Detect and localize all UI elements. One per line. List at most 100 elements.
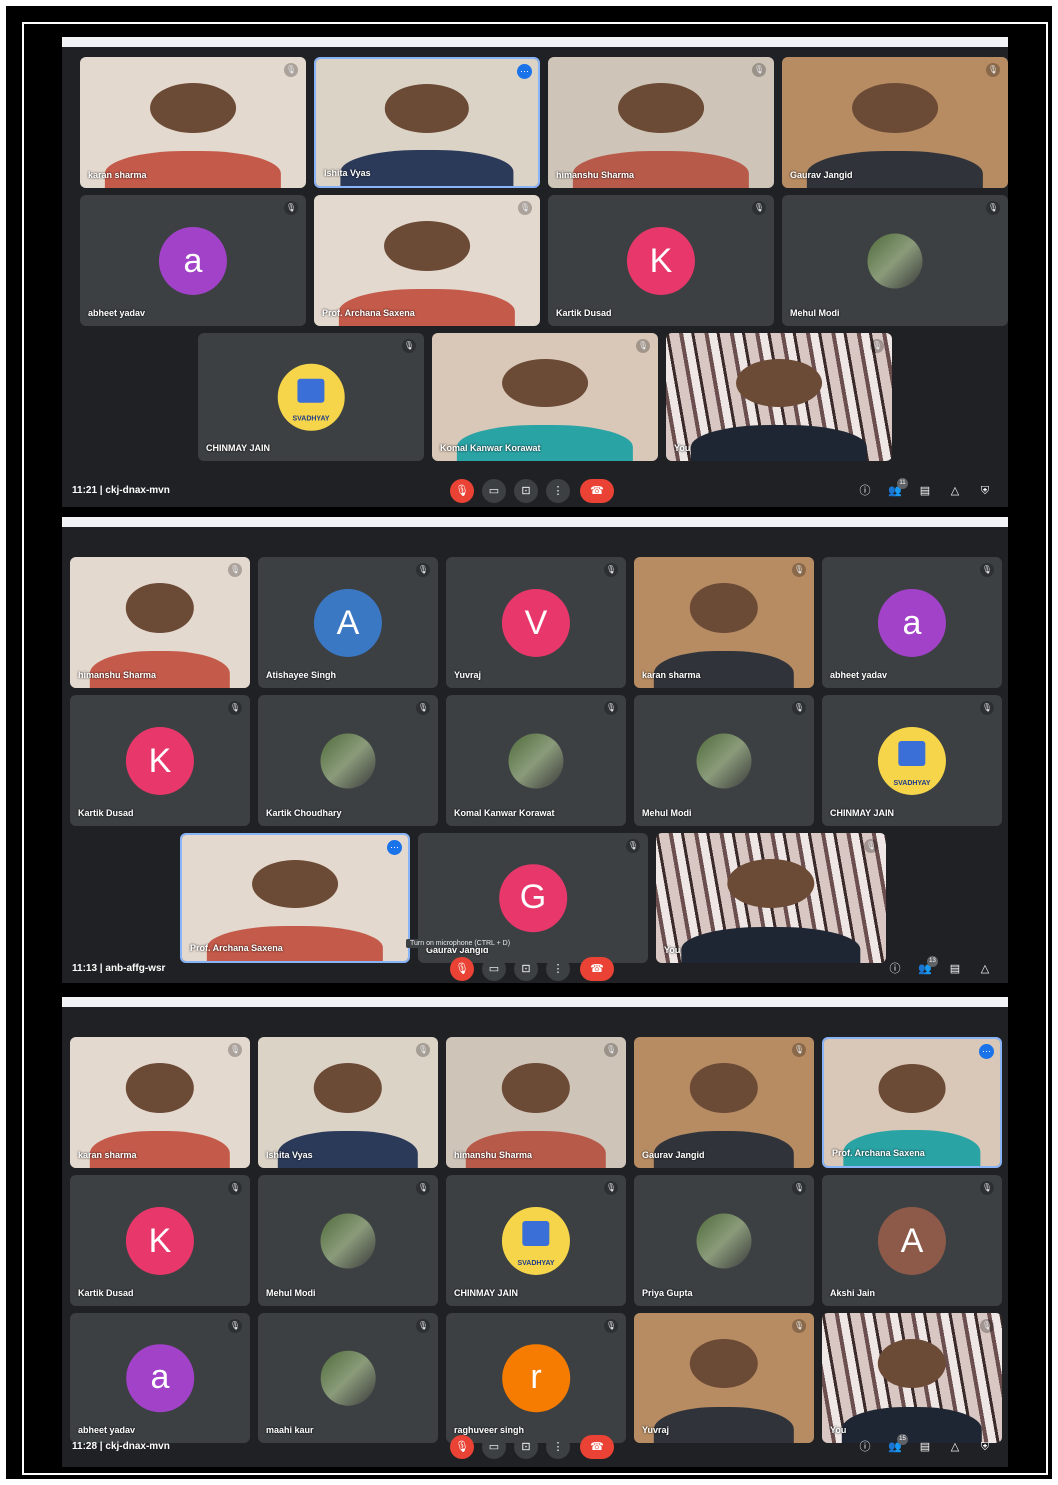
leave-call-button[interactable]: ☎: [580, 479, 614, 503]
mic-off-icon: 🎙: [604, 1043, 618, 1057]
profile-picture: [320, 732, 376, 789]
info-icon[interactable]: ⓘ: [856, 1439, 874, 1455]
participant-tile[interactable]: ⋯ Prof. Archana Saxena: [180, 833, 410, 963]
info-icon[interactable]: ⓘ: [886, 961, 904, 977]
participant-tile[interactable]: 🎙 Prof. Archana Saxena: [314, 195, 540, 326]
participant-video: [666, 333, 892, 461]
camera-toggle-button[interactable]: ▭: [482, 1435, 506, 1459]
participant-tile[interactable]: ⋯ Prof. Archana Saxena: [822, 1037, 1002, 1168]
participant-video: [70, 1037, 250, 1168]
browser-url-bar: [62, 517, 1008, 527]
participant-tile[interactable]: 🎙 Mehul Modi: [782, 195, 1008, 326]
activities-icon[interactable]: △: [946, 483, 964, 499]
chat-icon[interactable]: ▤: [916, 1439, 934, 1455]
people-icon[interactable]: 👥 13: [916, 956, 938, 977]
participant-tile[interactable]: K 🎙 Kartik Dusad: [548, 195, 774, 326]
more-options-button[interactable]: ⋮: [546, 479, 570, 503]
book-icon: [522, 1221, 550, 1246]
participant-name: Kartik Dusad: [78, 808, 134, 818]
mic-off-icon: 🎙: [416, 1319, 430, 1333]
participant-tile[interactable]: 🎙 Kartik Choudhary: [258, 695, 438, 826]
participant-tile[interactable]: K 🎙 Kartik Dusad: [70, 695, 250, 826]
person-head: [618, 83, 704, 133]
activities-icon[interactable]: △: [976, 961, 994, 977]
participant-tile[interactable]: 🎙 maahi kaur: [258, 1313, 438, 1443]
participant-name: Komal Kanwar Korawat: [454, 808, 555, 818]
mic-off-icon: 🎙: [284, 201, 298, 215]
mic-off-icon: 🎙: [980, 563, 994, 577]
participant-tile[interactable]: 🎙 Ishita Vyas: [258, 1037, 438, 1168]
leave-call-button[interactable]: ☎: [580, 1435, 614, 1459]
present-screen-button[interactable]: ⊡: [514, 479, 538, 503]
participant-name: Akshi Jain: [830, 1288, 876, 1298]
participant-name: Yuvraj: [454, 670, 482, 680]
people-icon[interactable]: 👥 11: [886, 478, 908, 499]
mic-off-icon: 🎙: [980, 1319, 994, 1333]
meeting-time: 11:21: [72, 485, 98, 496]
person-head: [852, 83, 938, 133]
more-options-icon[interactable]: ⋯: [517, 64, 532, 79]
present-screen-button[interactable]: ⊡: [514, 1435, 538, 1459]
more-options-icon[interactable]: ⋯: [979, 1044, 994, 1059]
more-options-button[interactable]: ⋮: [546, 957, 570, 981]
participant-tile[interactable]: 🎙 himanshu Sharma: [70, 557, 250, 688]
participant-name: You: [674, 443, 691, 453]
participant-name: CHINMAY JAIN: [206, 443, 271, 453]
participant-tile[interactable]: a 🎙 abheet yadav: [70, 1313, 250, 1443]
participant-tile[interactable]: a 🎙 abheet yadav: [80, 195, 306, 326]
participant-tile[interactable]: 🎙 Mehul Modi: [634, 695, 814, 826]
mic-off-icon: 🎙: [604, 701, 618, 715]
participant-tile[interactable]: 🎙 himanshu Sharma: [446, 1037, 626, 1168]
activities-icon[interactable]: △: [946, 1439, 964, 1455]
participant-tile[interactable]: r 🎙 raghuveer singh: [446, 1313, 626, 1443]
participant-tile[interactable]: 🎙 himanshu Sharma: [548, 57, 774, 188]
people-icon[interactable]: 👥 15: [886, 1434, 908, 1455]
more-options-button[interactable]: ⋮: [546, 1435, 570, 1459]
participant-tile[interactable]: 🎙 Komal Kanwar Korawat: [446, 695, 626, 826]
participant-tile[interactable]: 🎙 karan sharma: [70, 1037, 250, 1168]
participant-video: [548, 57, 774, 188]
participant-tile[interactable]: SVADHYAY 🎙 CHINMAY JAIN: [822, 695, 1002, 826]
participant-name: abheet yadav: [88, 308, 146, 318]
person-head: [727, 859, 815, 909]
participant-tile[interactable]: 🎙 Yuvraj: [634, 1313, 814, 1443]
participant-tile[interactable]: 🎙 Gaurav Jangid: [782, 57, 1008, 188]
host-controls-icon[interactable]: ⛨: [976, 1439, 994, 1455]
participant-tile[interactable]: 🎙 karan sharma: [80, 57, 306, 188]
participant-tile[interactable]: 🎙 You: [656, 833, 886, 963]
participant-tile[interactable]: 🎙 Mehul Modi: [258, 1175, 438, 1306]
participant-tile[interactable]: a 🎙 abheet yadav: [822, 557, 1002, 688]
info-icon[interactable]: ⓘ: [856, 483, 874, 499]
participant-tile[interactable]: SVADHYAY 🎙 CHINMAY JAIN: [446, 1175, 626, 1306]
host-controls-icon[interactable]: ⛨: [976, 483, 994, 499]
participant-tile[interactable]: 🎙 You: [822, 1313, 1002, 1443]
chat-icon[interactable]: ▤: [916, 483, 934, 499]
leave-call-button[interactable]: ☎: [580, 957, 614, 981]
person-head: [502, 358, 588, 408]
camera-toggle-button[interactable]: ▭: [482, 957, 506, 981]
mic-off-icon: 🎙: [792, 563, 806, 577]
participant-tile[interactable]: 🎙 karan sharma: [634, 557, 814, 688]
present-screen-button[interactable]: ⊡: [514, 957, 538, 981]
more-options-icon[interactable]: ⋯: [387, 840, 402, 855]
microphone-toggle-button[interactable]: 🎙: [450, 479, 474, 503]
participant-tile[interactable]: SVADHYAY 🎙 CHINMAY JAIN: [198, 333, 424, 461]
participant-tile[interactable]: V 🎙 Yuvraj: [446, 557, 626, 688]
microphone-toggle-button[interactable]: 🎙: [450, 1435, 474, 1459]
participant-name: Kartik Choudhary: [266, 808, 342, 818]
participant-tile[interactable]: ⋯ Ishita Vyas: [314, 57, 540, 188]
meet-screen: 🎙 karan sharma ⋯ Ishita Vyas 🎙 himanshu Sharm…: [62, 37, 1008, 507]
microphone-toggle-button[interactable]: 🎙: [450, 957, 474, 981]
avatar: K: [626, 226, 696, 295]
participant-count-badge: 15: [897, 1434, 908, 1445]
participant-tile[interactable]: 🎙 Komal Kanwar Korawat: [432, 333, 658, 461]
participant-tile[interactable]: A 🎙 Akshi Jain: [822, 1175, 1002, 1306]
participant-tile[interactable]: 🎙 You: [666, 333, 892, 461]
chat-icon[interactable]: ▤: [946, 961, 964, 977]
camera-toggle-button[interactable]: ▭: [482, 479, 506, 503]
participant-tile[interactable]: 🎙 Gaurav Jangid: [634, 1037, 814, 1168]
participant-name: Atishayee Singh: [266, 670, 337, 680]
participant-tile[interactable]: A 🎙 Atishayee Singh: [258, 557, 438, 688]
participant-tile[interactable]: K 🎙 Kartik Dusad: [70, 1175, 250, 1306]
participant-tile[interactable]: 🎙 Priya Gupta: [634, 1175, 814, 1306]
